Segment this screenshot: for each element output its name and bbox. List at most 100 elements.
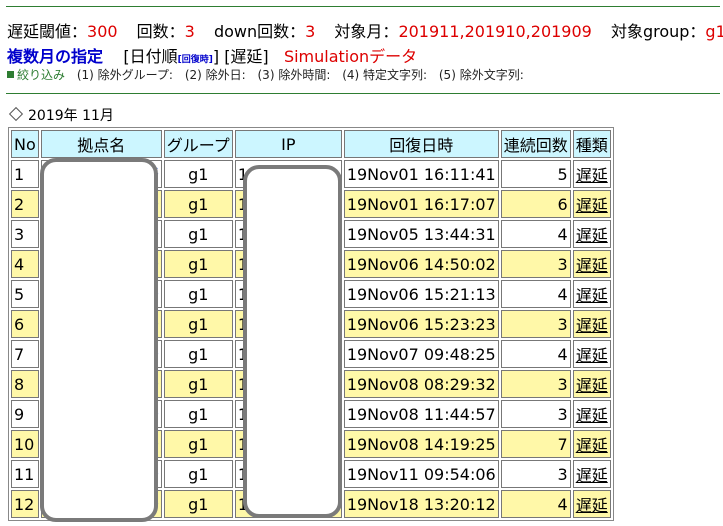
cell-no: 5 bbox=[11, 280, 39, 308]
cell-type: 遅延 bbox=[572, 460, 611, 488]
cell-recovery-time: 19Nov08 11:44:57 bbox=[343, 400, 499, 428]
cell-type: 遅延 bbox=[572, 340, 611, 368]
count-label: 回数： bbox=[136, 22, 185, 41]
cell-group: g1 bbox=[163, 370, 233, 398]
cell-consecutive-count: 3 bbox=[500, 310, 571, 338]
filter-bar: 絞り込み (1) 除外グループ: (2) 除外日: (3) 除外時間: (4) … bbox=[7, 66, 524, 83]
target-month-label: 対象月： bbox=[334, 22, 399, 41]
cell-no: 10 bbox=[11, 430, 39, 458]
redaction-site-column bbox=[40, 158, 158, 522]
header-no[interactable]: No bbox=[11, 130, 39, 158]
type-link[interactable]: 遅延 bbox=[576, 316, 608, 335]
cell-no: 11 bbox=[11, 460, 39, 488]
cell-consecutive-count: 6 bbox=[500, 190, 571, 218]
cell-type: 遅延 bbox=[572, 250, 611, 278]
cell-type: 遅延 bbox=[572, 280, 611, 308]
cell-consecutive-count: 4 bbox=[500, 220, 571, 248]
cell-no: 6 bbox=[11, 310, 39, 338]
filter-toggle[interactable]: 絞り込み bbox=[7, 68, 65, 82]
cell-no: 1 bbox=[11, 160, 39, 188]
cell-group: g1 bbox=[163, 430, 233, 458]
cell-no: 12 bbox=[11, 490, 39, 518]
down-count-label: down回数： bbox=[213, 22, 306, 41]
cell-recovery-time: 19Nov07 09:48:25 bbox=[343, 340, 499, 368]
cell-recovery-time: 19Nov06 14:50:02 bbox=[343, 250, 499, 278]
cell-group: g1 bbox=[163, 310, 233, 338]
multi-month-mode[interactable]: 複数月の指定 bbox=[7, 47, 103, 66]
type-link[interactable]: 遅延 bbox=[576, 466, 608, 485]
filter-exclude-group[interactable]: (1) 除外グループ: bbox=[77, 68, 173, 82]
filter-specific-string[interactable]: (4) 特定文字列: bbox=[342, 68, 427, 82]
cell-no: 8 bbox=[11, 370, 39, 398]
cell-recovery-time: 19Nov08 14:19:25 bbox=[343, 430, 499, 458]
cell-type: 遅延 bbox=[572, 310, 611, 338]
type-link[interactable]: 遅延 bbox=[576, 376, 608, 395]
summary-bar: 遅延閾値：300 回数：3 down回数：3 対象月：201911,201910… bbox=[7, 18, 723, 42]
filter-exclude-time[interactable]: (3) 除外時間: bbox=[258, 68, 331, 82]
delay-link[interactable]: [遅延] bbox=[224, 47, 269, 66]
cell-consecutive-count: 5 bbox=[500, 160, 571, 188]
type-link[interactable]: 遅延 bbox=[576, 346, 608, 365]
cell-recovery-time: 19Nov05 13:44:31 bbox=[343, 220, 499, 248]
cell-consecutive-count: 3 bbox=[500, 400, 571, 428]
header-ip[interactable]: IP bbox=[234, 130, 342, 158]
cell-consecutive-count: 3 bbox=[500, 250, 571, 278]
cell-type: 遅延 bbox=[572, 220, 611, 248]
diamond-icon bbox=[8, 106, 24, 122]
recovery-time-link[interactable]: [回復時] bbox=[178, 55, 213, 65]
cell-no: 2 bbox=[11, 190, 39, 218]
table-header-row: No 拠点名 グループ IP 回復日時 連続回数 種類 bbox=[11, 130, 611, 158]
type-link[interactable]: 遅延 bbox=[576, 196, 608, 215]
type-link[interactable]: 遅延 bbox=[576, 496, 608, 515]
cell-recovery-time: 19Nov08 08:29:32 bbox=[343, 370, 499, 398]
filter-exclude-string[interactable]: (5) 除外文字列: bbox=[439, 68, 524, 82]
cell-no: 3 bbox=[11, 220, 39, 248]
cell-no: 7 bbox=[11, 340, 39, 368]
cell-group: g1 bbox=[163, 340, 233, 368]
cell-group: g1 bbox=[163, 190, 233, 218]
type-link[interactable]: 遅延 bbox=[576, 256, 608, 275]
cell-group: g1 bbox=[163, 250, 233, 278]
square-icon bbox=[7, 71, 14, 78]
type-link[interactable]: 遅延 bbox=[576, 166, 608, 185]
header-site[interactable]: 拠点名 bbox=[40, 130, 162, 158]
type-link[interactable]: 遅延 bbox=[576, 226, 608, 245]
section-divider bbox=[6, 93, 720, 94]
header-consecutive-count[interactable]: 連続回数 bbox=[500, 130, 571, 158]
page-continuation bbox=[8, 518, 128, 526]
type-link[interactable]: 遅延 bbox=[576, 406, 608, 425]
cell-type: 遅延 bbox=[572, 370, 611, 398]
header-type[interactable]: 種類 bbox=[572, 130, 611, 158]
target-group-label: 対象group： bbox=[610, 22, 706, 41]
down-count-value: 3 bbox=[305, 22, 316, 41]
cell-type: 遅延 bbox=[572, 430, 611, 458]
redaction-ip-column bbox=[243, 165, 342, 518]
cell-recovery-time: 19Nov11 09:54:06 bbox=[343, 460, 499, 488]
cell-type: 遅延 bbox=[572, 160, 611, 188]
month-title: 2019年 11月 bbox=[28, 108, 114, 124]
date-order-close: ] bbox=[212, 47, 220, 66]
target-month-value: 201911,201910,201909 bbox=[398, 22, 592, 41]
cell-type: 遅延 bbox=[572, 490, 611, 518]
cell-consecutive-count: 4 bbox=[500, 340, 571, 368]
cell-consecutive-count: 7 bbox=[500, 430, 571, 458]
cell-consecutive-count: 4 bbox=[500, 280, 571, 308]
date-order-link[interactable]: [日付順[回復時]] bbox=[123, 47, 219, 66]
threshold-label: 遅延閾値： bbox=[7, 22, 88, 41]
cell-recovery-time: 19Nov18 13:20:12 bbox=[343, 490, 499, 518]
top-divider bbox=[6, 6, 720, 7]
type-link[interactable]: 遅延 bbox=[576, 286, 608, 305]
cell-type: 遅延 bbox=[572, 190, 611, 218]
cell-group: g1 bbox=[163, 490, 233, 518]
filter-title: 絞り込み bbox=[17, 68, 66, 82]
header-group[interactable]: グループ bbox=[163, 130, 233, 158]
cell-group: g1 bbox=[163, 460, 233, 488]
simulation-data-link[interactable]: Simulationデータ bbox=[284, 47, 417, 66]
cell-consecutive-count: 3 bbox=[500, 370, 571, 398]
header-recovery-time[interactable]: 回復日時 bbox=[343, 130, 499, 158]
cell-group: g1 bbox=[163, 280, 233, 308]
type-link[interactable]: 遅延 bbox=[576, 436, 608, 455]
cell-type: 遅延 bbox=[572, 400, 611, 428]
filter-exclude-day[interactable]: (2) 除外日: bbox=[185, 68, 246, 82]
cell-no: 4 bbox=[11, 250, 39, 278]
